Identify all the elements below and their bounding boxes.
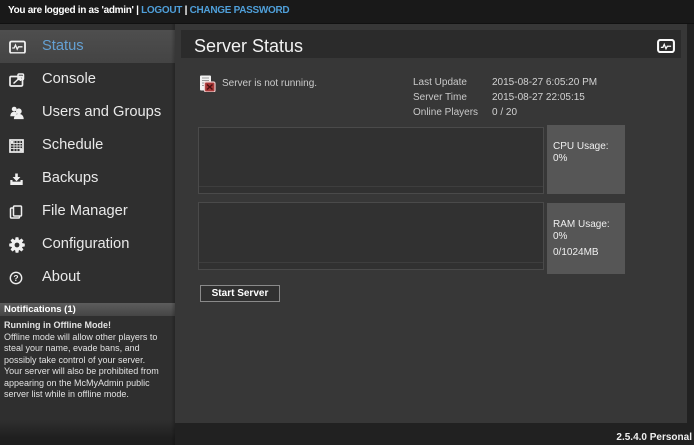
svg-text:?: ? xyxy=(13,273,18,283)
